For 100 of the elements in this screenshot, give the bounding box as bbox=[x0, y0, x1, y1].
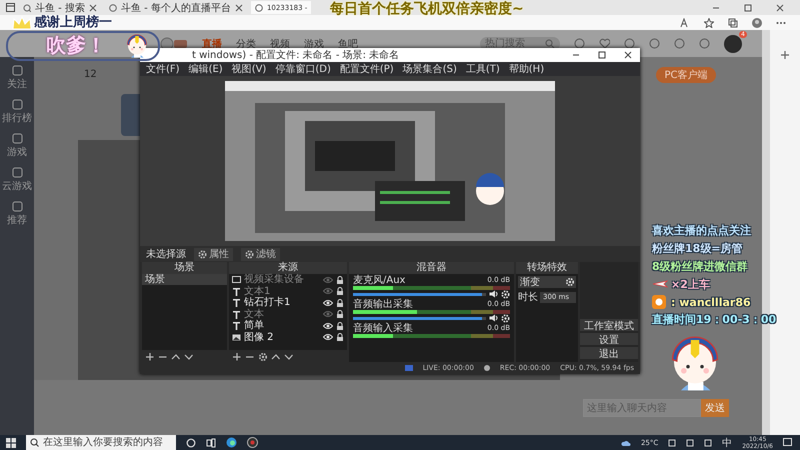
source-name[interactable]: 文本 bbox=[244, 308, 320, 320]
dock-title: 来源 bbox=[229, 262, 347, 274]
window-title: t windows) - 配置文件: 未命名 - 场景: 未命名 bbox=[192, 48, 400, 62]
sidebar-icon[interactable] bbox=[12, 65, 22, 76]
control-button[interactable]: 退出 bbox=[580, 347, 638, 359]
banner-text: 每日首个任务飞机双倍亲密度~ bbox=[330, 1, 524, 17]
overlay-info-text: 粉丝牌18级=房管 bbox=[652, 241, 743, 256]
menu-item[interactable]: 文件(F) bbox=[146, 62, 180, 76]
lock-icon[interactable] bbox=[336, 310, 344, 318]
dock-title: 混音器 bbox=[349, 262, 514, 274]
nav-link[interactable]: 分类 bbox=[236, 36, 256, 50]
overlay-info-text: 喜欢主播的点点关注 bbox=[652, 223, 751, 238]
close-icon[interactable] bbox=[624, 51, 632, 59]
gear-icon[interactable] bbox=[258, 352, 267, 360]
menu-item[interactable]: 停靠窗口(D) bbox=[275, 62, 331, 76]
sidebar-item[interactable]: 云游戏 bbox=[2, 179, 32, 193]
lock-icon[interactable] bbox=[336, 298, 344, 307]
tab-overview-icon[interactable] bbox=[6, 3, 15, 12]
source-name[interactable]: 视频采集设备 bbox=[244, 274, 320, 286]
notification-icon[interactable] bbox=[783, 438, 792, 447]
add-icon[interactable] bbox=[780, 50, 790, 60]
up-icon[interactable] bbox=[271, 352, 280, 360]
maximize-icon[interactable] bbox=[598, 51, 606, 59]
source-name[interactable]: 文本1 bbox=[244, 286, 320, 297]
globe-icon bbox=[108, 4, 117, 12]
input-method[interactable]: 中 bbox=[722, 436, 732, 450]
no-source-label: 未选择源 bbox=[146, 248, 186, 261]
add-icon[interactable] bbox=[145, 352, 154, 360]
menu-item[interactable]: 场景集合(S) bbox=[402, 62, 457, 76]
cortana-icon[interactable] bbox=[186, 438, 196, 448]
sidebar-item[interactable]: 关注 bbox=[7, 77, 27, 91]
toolbar-button[interactable]: 滤镜 bbox=[241, 248, 280, 260]
lock-icon[interactable] bbox=[336, 287, 344, 296]
sidebar-item[interactable]: 游戏 bbox=[7, 145, 27, 159]
channel-name: 音频输入采集 bbox=[353, 323, 413, 334]
profile-icon[interactable] bbox=[752, 18, 762, 28]
add-icon[interactable] bbox=[232, 352, 241, 360]
close-icon[interactable] bbox=[234, 4, 243, 12]
lock-icon[interactable] bbox=[336, 333, 344, 342]
speaker-icon[interactable] bbox=[489, 314, 498, 322]
down-icon[interactable] bbox=[284, 352, 293, 360]
eye-icon[interactable] bbox=[323, 333, 333, 342]
menu-item[interactable]: 配置文件(P) bbox=[340, 62, 394, 76]
close-icon[interactable] bbox=[776, 4, 784, 12]
source-name[interactable]: 简单 bbox=[244, 320, 320, 332]
sidebar-icon[interactable] bbox=[12, 167, 22, 178]
globe-icon bbox=[254, 4, 263, 12]
gear-icon[interactable] bbox=[566, 278, 574, 286]
read-aloud-icon[interactable] bbox=[680, 18, 690, 28]
channel-name: 麦克风/Aux bbox=[353, 275, 406, 286]
sidebar-item[interactable]: 推荐 bbox=[7, 213, 27, 227]
down-icon[interactable] bbox=[184, 352, 193, 360]
avatar[interactable] bbox=[724, 34, 742, 52]
nav-link[interactable]: 鱼吧 bbox=[338, 36, 358, 50]
menu-item[interactable]: 视图(V) bbox=[232, 62, 266, 76]
live-icon bbox=[404, 365, 413, 371]
lock-icon[interactable] bbox=[336, 276, 344, 284]
overlay-info-text: ×2上车 bbox=[671, 277, 710, 292]
task-view-icon[interactable] bbox=[206, 438, 216, 448]
star-icon[interactable] bbox=[704, 18, 714, 28]
toolbar-button[interactable]: 属性 bbox=[194, 248, 233, 260]
speaker-icon[interactable] bbox=[489, 290, 498, 298]
weather-icon bbox=[620, 438, 631, 446]
up-icon[interactable] bbox=[171, 352, 180, 360]
browser-tab[interactable]: 斗鱼 - 搜索 bbox=[19, 1, 101, 14]
control-button[interactable]: 设置 bbox=[580, 333, 638, 345]
sidebar-item[interactable]: 排行榜 bbox=[2, 111, 32, 125]
dock-title: 转场特效 bbox=[516, 262, 578, 274]
maximize-icon[interactable] bbox=[744, 4, 752, 12]
sidebar-icon[interactable] bbox=[12, 133, 22, 144]
nav-link[interactable]: 游戏 bbox=[304, 36, 324, 50]
lock-icon[interactable] bbox=[336, 322, 344, 330]
collections-icon[interactable] bbox=[728, 18, 738, 28]
source-name[interactable]: 图像 2 bbox=[244, 332, 320, 343]
heart-icon[interactable] bbox=[599, 38, 610, 49]
windows-logo-icon[interactable] bbox=[6, 438, 16, 448]
menu-item[interactable]: 编辑(E) bbox=[188, 62, 223, 76]
recorder-app-icon[interactable] bbox=[247, 437, 258, 448]
search-icon[interactable] bbox=[545, 38, 555, 48]
browser-tab[interactable]: 斗鱼 - 每个人的直播平台 bbox=[104, 1, 247, 14]
gear-icon[interactable] bbox=[501, 314, 510, 322]
search-icon bbox=[30, 438, 39, 447]
scene-item[interactable]: 场景 bbox=[142, 274, 227, 285]
dock-title: 场景 bbox=[142, 262, 227, 274]
overlay-name: 吹爹！ bbox=[46, 32, 106, 58]
source-name[interactable]: 钻石打卡1 bbox=[244, 297, 320, 308]
menu-item[interactable]: 工具(T) bbox=[466, 62, 500, 76]
sidebar-icon[interactable] bbox=[12, 201, 22, 212]
nav-link[interactable]: 视频 bbox=[270, 36, 290, 50]
close-icon[interactable] bbox=[88, 4, 97, 12]
control-button[interactable]: 工作室模式 bbox=[580, 319, 638, 331]
gear-icon[interactable] bbox=[501, 290, 510, 298]
logo-icon bbox=[160, 36, 188, 50]
sidebar-icon[interactable] bbox=[12, 99, 22, 110]
eye-icon[interactable] bbox=[323, 322, 333, 330]
menu-item[interactable]: 帮助(H) bbox=[508, 62, 544, 76]
browser-app-icon[interactable] bbox=[226, 437, 237, 448]
gear-icon bbox=[198, 250, 207, 258]
overlay-info-text: : wanclllar86 bbox=[671, 296, 751, 308]
eye-icon[interactable] bbox=[323, 298, 333, 307]
